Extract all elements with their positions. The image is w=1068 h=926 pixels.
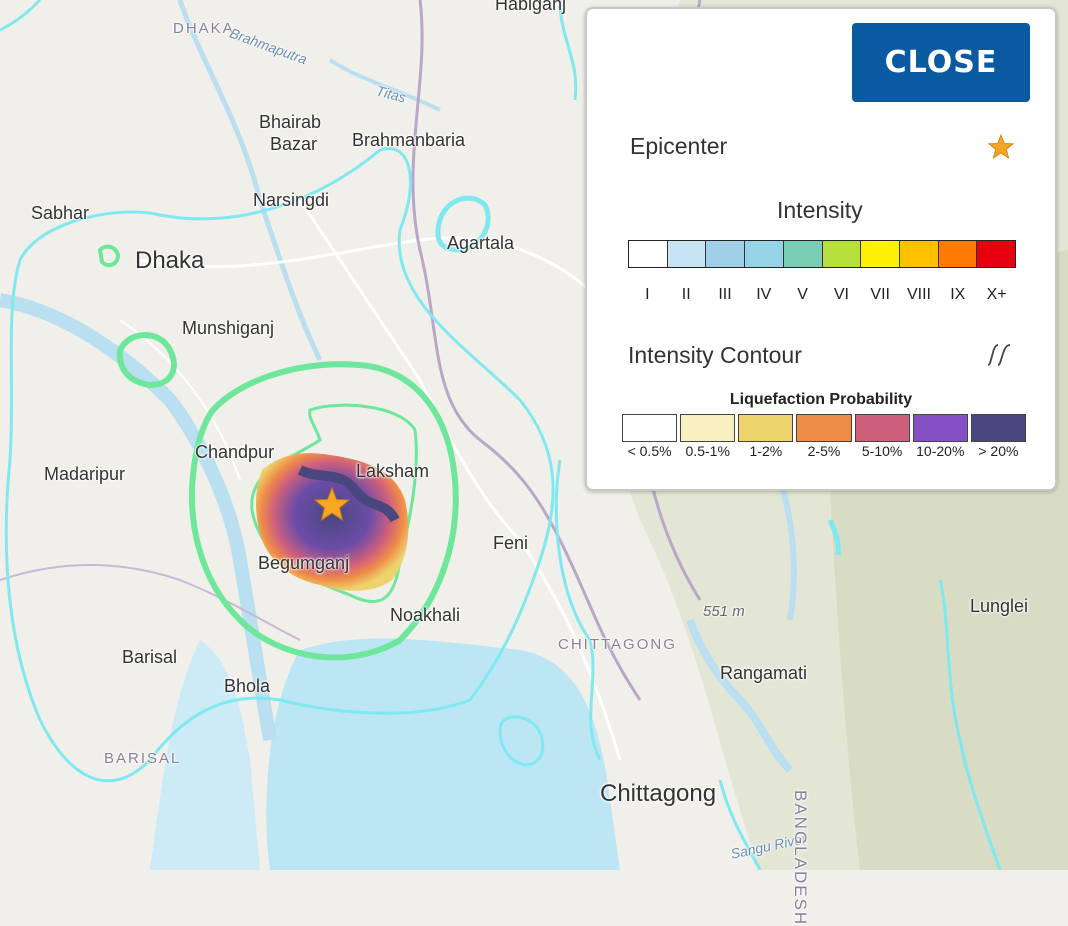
liquefaction-swatch (912, 414, 968, 442)
label-bhola: Bhola (224, 676, 271, 696)
intensity-tick-label: IV (756, 286, 772, 303)
label-noakhali: Noakhali (390, 605, 461, 625)
intensity-color-scale (628, 240, 1016, 268)
intensity-tick-label: IX (950, 286, 966, 303)
label-chittagong-division: CHITTAGONG (558, 636, 677, 653)
intensity-swatch (861, 241, 900, 267)
liquefaction-tick-label: > 20% (978, 443, 1019, 459)
label-munshiganj: Munshiganj (182, 318, 275, 338)
intensity-swatch (745, 241, 784, 267)
intensity-tick-labels: I II III IV V VI VII VIII IX X+ (628, 286, 1016, 304)
label-feni: Feni (493, 533, 529, 553)
liquefaction-tick-label: < 0.5% (627, 443, 672, 459)
label-habiganj: Habiganj (495, 0, 567, 14)
label-barisal: Barisal (122, 647, 178, 667)
intensity-swatch (783, 241, 823, 267)
intensity-swatch (938, 241, 978, 267)
liquefaction-swatch (854, 414, 910, 442)
liquefaction-tick-label: 0.5-1% (685, 443, 730, 459)
liquefaction-tick-label: 2-5% (807, 443, 841, 459)
liquefaction-color-scale (622, 414, 1026, 442)
label-agartala: Agartala (447, 233, 515, 253)
liquefaction-swatch (796, 414, 852, 442)
label-chandpur: Chandpur (195, 442, 275, 462)
label-bazar: Bazar (270, 134, 318, 154)
intensity-contour-label: Intensity Contour (628, 342, 802, 368)
intensity-title: Intensity (777, 197, 863, 223)
intensity-swatch (629, 241, 668, 267)
intensity-tick-label: II (681, 286, 691, 303)
intensity-swatch (899, 241, 939, 267)
label-chittagong: Chittagong (600, 780, 717, 807)
legend-panel: CLOSE Epicenter Intensity I II III IV V VI VII… (585, 7, 1057, 491)
label-sabhar: Sabhar (31, 203, 90, 223)
label-bangladesh: BANGLADESH (791, 790, 810, 926)
liquefaction-tick-label: 10-20% (916, 443, 965, 459)
intensity-tick-label: III (718, 286, 732, 303)
label-laksham: Laksham (356, 461, 430, 481)
liquefaction-tick-labels: < 0.5% 0.5-1% 1-2% 2-5% 5-10% 10-20% > 20% (622, 443, 1026, 459)
intensity-tick-label: VIII (906, 286, 931, 303)
label-narsingdi: Narsingdi (253, 190, 330, 210)
intensity-tick-label: X+ (986, 286, 1007, 303)
star-icon (987, 133, 1015, 160)
intensity-swatch (706, 241, 746, 267)
intensity-swatch (977, 241, 1016, 267)
liquefaction-title: Liquefaction Probability (729, 391, 913, 408)
label-rangamati: Rangamati (720, 663, 808, 683)
liquefaction-swatch (970, 414, 1026, 442)
liquefaction-swatch (622, 414, 678, 442)
label-lunglei: Lunglei (970, 596, 1029, 616)
intensity-swatch (822, 241, 862, 267)
label-dhaka: Dhaka (135, 247, 205, 274)
intensity-tick-label: VII (870, 286, 890, 303)
label-madaripur: Madaripur (44, 464, 126, 484)
label-brahmanbaria: Brahmanbaria (352, 130, 466, 150)
liquefaction-tick-label: 5-10% (861, 443, 903, 459)
label-elevation: 551 m (703, 603, 745, 620)
contour-line-icon (987, 344, 1011, 366)
intensity-tick-label: V (797, 286, 808, 303)
liquefaction-swatch (738, 414, 794, 442)
intensity-tick-label: I (645, 286, 650, 303)
intensity-swatch (667, 241, 707, 267)
intensity-tick-label: VI (833, 286, 849, 303)
close-button[interactable]: CLOSE (852, 23, 1030, 102)
label-barisal-division: BARISAL (104, 750, 182, 767)
epicenter-label: Epicenter (630, 133, 728, 159)
liquefaction-swatch (680, 414, 736, 442)
label-bhairab: Bhairab (259, 112, 322, 132)
label-dhaka-division: DHAKA (173, 20, 235, 37)
liquefaction-tick-label: 1-2% (749, 443, 783, 459)
label-begumganj: Begumganj (258, 553, 350, 573)
